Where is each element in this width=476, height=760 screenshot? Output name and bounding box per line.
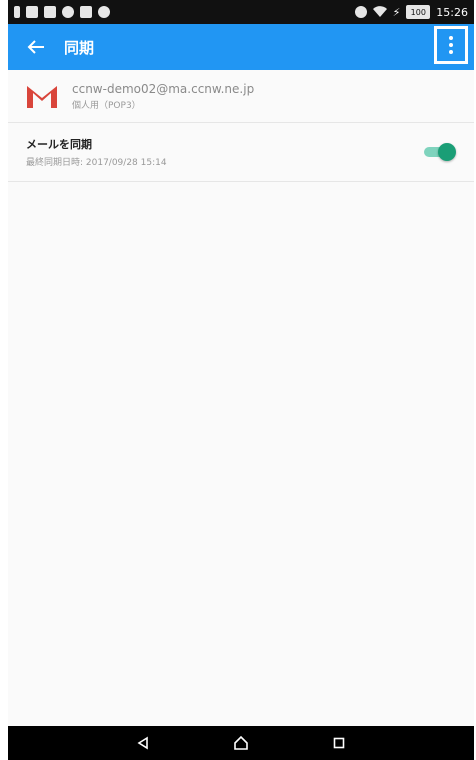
last-sync-time: 最終同期日時: 2017/09/28 15:14 (26, 158, 167, 168)
account-type: 個人用（POP3） (72, 100, 141, 111)
recents-icon (333, 737, 345, 749)
gmail-icon (27, 86, 57, 108)
back-triangle-icon (137, 736, 148, 750)
more-vert-icon (449, 36, 453, 54)
sync-setting-text: メールを同期 最終同期日時: 2017/09/28 15:14 (8, 136, 167, 168)
nav-recents-button[interactable] (322, 726, 356, 760)
screenshot-icon (26, 6, 38, 18)
battery-level: 100 (406, 5, 431, 19)
sync-mail-setting[interactable]: メールを同期 最終同期日時: 2017/09/28 15:14 (8, 123, 474, 182)
status-bar-right: ⚡ 100 15:26 (349, 5, 474, 19)
more-options-button[interactable] (434, 26, 468, 64)
settings-icon (98, 6, 110, 18)
back-button[interactable] (8, 24, 64, 70)
sync-toggle-switch[interactable] (422, 142, 456, 162)
arrow-left-icon (27, 40, 44, 54)
sync-setting-title: メールを同期 (26, 138, 92, 151)
account-email: ccnw-demo02@ma.ccnw.ne.jp (72, 81, 255, 96)
navigation-bar (8, 726, 474, 760)
wifi-icon (372, 6, 387, 18)
toggle-thumb (438, 143, 456, 161)
nav-back-button[interactable] (126, 726, 160, 760)
sim-icon (14, 6, 20, 18)
photo-icon (80, 6, 92, 18)
mute-icon (354, 6, 367, 18)
mail-icon (44, 6, 56, 18)
account-info: ccnw-demo02@ma.ccnw.ne.jp 個人用（POP3） (72, 82, 254, 111)
charging-icon: ⚡ (392, 5, 401, 19)
status-bar: ⚡ 100 15:26 (8, 0, 474, 24)
home-icon (234, 736, 248, 750)
app-bar: 同期 (8, 24, 474, 70)
nav-home-button[interactable] (224, 726, 258, 760)
device-screen: ⚡ 100 15:26 同期 ccnw-demo02@ma.ccnw.ne.jp… (8, 0, 474, 760)
account-row: ccnw-demo02@ma.ccnw.ne.jp 個人用（POP3） (8, 70, 474, 123)
page-title: 同期 (64, 38, 95, 57)
status-time: 15:26 (436, 5, 468, 19)
status-bar-left (8, 6, 116, 18)
chrome-icon (62, 6, 74, 18)
